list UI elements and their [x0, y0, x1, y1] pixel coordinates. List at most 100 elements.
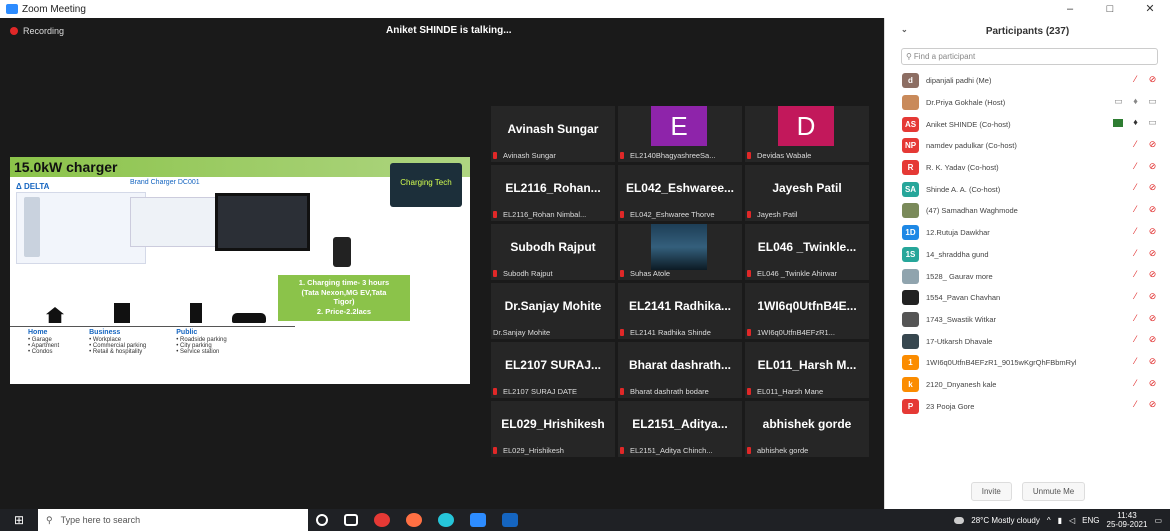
participant-search-input[interactable]: ⚲ Find a participant [901, 48, 1158, 65]
language-indicator[interactable]: ENG [1082, 516, 1099, 525]
participant-row[interactable]: SA Shinde A. A. (Co-host) ⁄ ⊘ [885, 178, 1170, 200]
video-tile[interactable]: Bharat dashrath... Bharat dashrath bodare [618, 342, 742, 398]
muted-mic-icon[interactable]: ⁄ [1131, 161, 1140, 172]
muted-mic-icon[interactable]: ⁄ [1131, 378, 1140, 389]
video-tile[interactable]: EL042_Eshwaree... EL042_Eshwaree Thorve [618, 165, 742, 221]
video-tile[interactable]: EL046 _Twinkle... EL046 _Twinkle Ahirwar [745, 224, 869, 280]
minimize-button[interactable]: – [1050, 0, 1090, 18]
video-tile[interactable]: EL011_Harsh M... EL011_Harsh Mane [745, 342, 869, 398]
muted-mic-icon [747, 388, 751, 395]
window-controls: – □ ✕ [1050, 0, 1170, 18]
muted-mic-icon[interactable]: ⁄ [1131, 204, 1140, 215]
video-off-icon[interactable]: ⊘ [1148, 399, 1157, 410]
weather-text[interactable]: 28°C Mostly cloudy [971, 516, 1040, 525]
participant-row[interactable]: 17-Utkarsh Dhavale ⁄ ⊘ [885, 330, 1170, 352]
volume-icon[interactable]: ◁ [1069, 516, 1075, 525]
participant-row[interactable]: Dr.Priya Gokhale (Host) ▭ ♦ ▭ [885, 92, 1170, 114]
participant-row[interactable]: R R. K. Yadav (Co-host) ⁄ ⊘ [885, 157, 1170, 179]
chevron-up-icon[interactable]: ^ [1047, 516, 1051, 525]
muted-mic-icon[interactable]: ⁄ [1131, 334, 1140, 345]
cortana-icon[interactable] [316, 514, 328, 526]
clock[interactable]: 11:43 25-09-2021 [1107, 511, 1148, 529]
participant-row[interactable]: d dipanjali padhi (Me) ⁄ ⊘ [885, 70, 1170, 92]
word-icon[interactable] [502, 513, 518, 527]
invite-button[interactable]: Invite [970, 482, 1012, 501]
participant-row[interactable]: 1D 12.Rutuja Dawkhar ⁄ ⊘ [885, 222, 1170, 244]
video-tile[interactable]: E EL2140BhagyashreeSa... [618, 106, 742, 162]
participant-row[interactable]: 1743_Swastik Witkar ⁄ ⊘ [885, 309, 1170, 331]
muted-mic-icon[interactable]: ⁄ [1131, 139, 1140, 150]
notification-icon[interactable]: ▭ [1154, 516, 1162, 525]
video-off-icon[interactable]: ⊘ [1148, 161, 1157, 172]
video-off-icon[interactable]: ⊘ [1148, 291, 1157, 302]
video-tile[interactable]: Avinash Sungar Avinash Sungar [491, 106, 615, 162]
video-off-icon[interactable]: ⊘ [1148, 356, 1157, 367]
participant-avatar [902, 290, 919, 306]
recording-indicator[interactable]: Recording [10, 26, 64, 36]
video-tile[interactable]: Dr.Sanjay Mohite Dr.Sanjay Mohite [491, 283, 615, 339]
muted-mic-icon[interactable]: ⁄ [1131, 313, 1140, 324]
video-off-icon[interactable]: ⊘ [1148, 74, 1157, 85]
task-view-icon[interactable] [344, 514, 358, 526]
muted-mic-icon[interactable]: ⁄ [1131, 248, 1140, 259]
firefox-icon[interactable] [406, 513, 422, 527]
video-tile[interactable]: Jayesh Patil Jayesh Patil [745, 165, 869, 221]
muted-mic-icon[interactable]: ⁄ [1131, 291, 1140, 302]
video-off-icon[interactable]: ⊘ [1148, 313, 1157, 324]
video-off-icon[interactable]: ⊘ [1148, 182, 1157, 193]
video-off-icon[interactable]: ⊘ [1148, 378, 1157, 389]
video-off-icon[interactable]: ⊘ [1148, 204, 1157, 215]
video-tile[interactable]: abhishek gorde abhishek gorde [745, 401, 869, 457]
muted-mic-icon[interactable]: ⁄ [1131, 226, 1140, 237]
video-icon[interactable]: ▭ [1148, 117, 1157, 128]
chrome-icon[interactable] [374, 513, 390, 527]
tile-video-photo [651, 224, 707, 270]
video-tile[interactable]: EL2141 Radhika... EL2141 Radhika Shinde [618, 283, 742, 339]
video-tile[interactable]: Subodh Rajput Subodh Rajput [491, 224, 615, 280]
info-line: (Tata Nexon,MG EV,Tata [301, 287, 387, 297]
video-tile[interactable]: EL2107 SURAJ... EL2107 SURAJ DATE [491, 342, 615, 398]
video-tile[interactable]: EL029_Hrishikesh EL029_Hrishikesh [491, 401, 615, 457]
windows-start-icon[interactable]: ⊞ [0, 513, 38, 527]
video-off-icon[interactable]: ⊘ [1148, 139, 1157, 150]
video-icon[interactable]: ▭ [1148, 96, 1157, 107]
close-button[interactable]: ✕ [1130, 0, 1170, 18]
video-off-icon[interactable]: ⊘ [1148, 226, 1157, 237]
monitor-image [215, 193, 310, 251]
participant-row[interactable]: NP namdev padulkar (Co-host) ⁄ ⊘ [885, 135, 1170, 157]
participant-row[interactable]: 1 1WI6q0UtfnB4EFzR1_9015wKgrQhFBbmRyb... ⁄… [885, 352, 1170, 374]
participant-row[interactable]: AS Aniket SHINDE (Co-host) ♦ ▭ [885, 113, 1170, 135]
video-tile[interactable]: Suhas Atole [618, 224, 742, 280]
taskbar-search[interactable]: ⚲ Type here to search [38, 509, 308, 531]
video-off-icon[interactable]: ⊘ [1148, 334, 1157, 345]
participant-row[interactable]: k 2120_Dnyanesh kale ⁄ ⊘ [885, 374, 1170, 396]
muted-mic-icon[interactable]: ⁄ [1131, 356, 1140, 367]
video-tile[interactable]: 1WI6q0UtfnB4E... 1WI6q0UtfnB4EFzR1... [745, 283, 869, 339]
unmute-me-button[interactable]: Unmute Me [1021, 482, 1086, 501]
video-off-icon[interactable]: ⊘ [1148, 248, 1157, 259]
maximize-button[interactable]: □ [1090, 0, 1130, 18]
muted-mic-icon[interactable]: ⁄ [1131, 74, 1140, 85]
video-on-icon[interactable] [1113, 119, 1123, 128]
participant-row[interactable]: P 23 Pooja Gore ⁄ ⊘ [885, 395, 1170, 417]
edge-icon[interactable] [438, 513, 454, 527]
zoom-app-icon[interactable] [470, 513, 486, 527]
video-tile[interactable]: D Devidas Wabale [745, 106, 869, 162]
participant-controls: ⁄ ⊘ [1131, 204, 1157, 215]
participant-row[interactable]: (47) Samadhan Waghmode ⁄ ⊘ [885, 200, 1170, 222]
participant-row[interactable]: 1554_Pavan Chavhan ⁄ ⊘ [885, 287, 1170, 309]
mic-on-icon[interactable]: ♦ [1131, 117, 1140, 128]
tile-label-text: Bharat dashrath bodare [630, 387, 709, 396]
network-icon[interactable]: ▮ [1058, 516, 1062, 525]
video-off-icon[interactable]: ⊘ [1148, 269, 1157, 280]
muted-mic-icon[interactable]: ⁄ [1131, 182, 1140, 193]
participant-avatar: k [902, 376, 919, 392]
participant-row[interactable]: 1S 14_shraddha gund ⁄ ⊘ [885, 244, 1170, 266]
video-tile[interactable]: EL2151_Aditya... EL2151_Aditya Chinch... [618, 401, 742, 457]
column-item: • Service station [176, 349, 220, 355]
muted-mic-icon[interactable]: ⁄ [1131, 399, 1140, 410]
video-tile[interactable]: EL2116_Rohan... EL2116_Rohan Nimbal... [491, 165, 615, 221]
muted-mic-icon[interactable]: ⁄ [1131, 269, 1140, 280]
participant-row[interactable]: 1528_ Gaurav more ⁄ ⊘ [885, 265, 1170, 287]
mic-on-icon[interactable]: ♦ [1131, 96, 1140, 107]
